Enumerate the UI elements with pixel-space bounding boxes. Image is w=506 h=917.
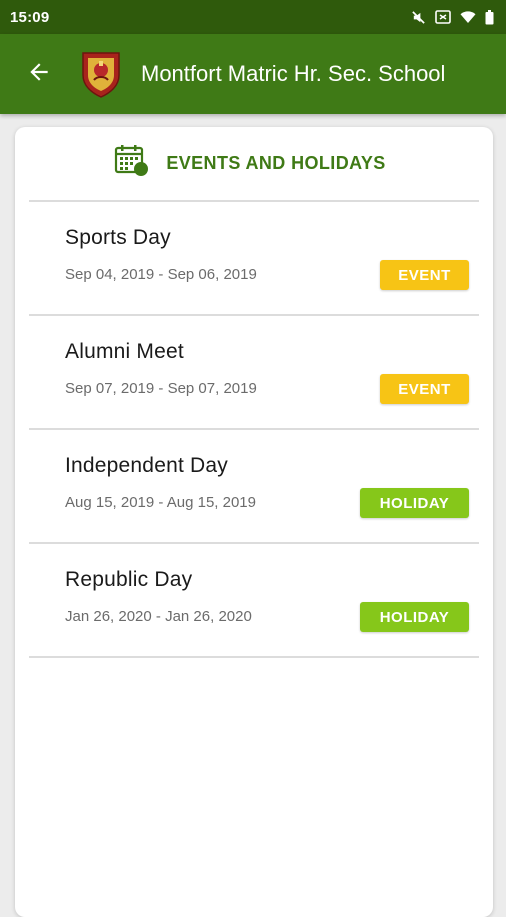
holiday-badge: HOLIDAY <box>360 602 469 632</box>
status-time: 15:09 <box>10 8 50 26</box>
cast-icon <box>435 10 451 24</box>
event-title: Independent Day <box>65 454 228 477</box>
event-item-sports-day[interactable]: Sports Day Sep 04, 2019 - Sep 06, 2019 E… <box>29 202 479 316</box>
event-dates: Aug 15, 2019 - Aug 15, 2019 <box>65 494 256 511</box>
app-title: Montfort Matric Hr. Sec. School <box>141 61 446 86</box>
status-bar: 15:09 <box>0 0 506 34</box>
calendar-icon <box>114 144 150 183</box>
school-crest-logo <box>79 50 123 98</box>
back-button[interactable] <box>19 54 59 94</box>
wifi-icon <box>460 10 476 24</box>
status-icons <box>411 9 494 25</box>
event-item-alumni-meet[interactable]: Alumni Meet Sep 07, 2019 - Sep 07, 2019 … <box>29 316 479 430</box>
mute-icon <box>411 10 426 25</box>
event-title: Sports Day <box>65 226 171 249</box>
event-list: Sports Day Sep 04, 2019 - Sep 06, 2019 E… <box>29 200 479 658</box>
event-badge: EVENT <box>380 374 469 404</box>
card-title: EVENTS AND HOLIDAYS <box>166 153 386 173</box>
app-bar: Montfort Matric Hr. Sec. School <box>0 34 506 114</box>
events-card: EVENTS AND HOLIDAYS Sports Day Sep 04, 2… <box>15 127 493 917</box>
event-badge: EVENT <box>380 260 469 290</box>
holiday-badge: HOLIDAY <box>360 488 469 518</box>
event-dates: Jan 26, 2020 - Jan 26, 2020 <box>65 608 252 625</box>
event-dates: Sep 07, 2019 - Sep 07, 2019 <box>65 380 257 397</box>
battery-icon <box>485 9 494 25</box>
card-header: EVENTS AND HOLIDAYS <box>15 127 493 200</box>
event-dates: Sep 04, 2019 - Sep 06, 2019 <box>65 266 257 283</box>
event-item-republic-day[interactable]: Republic Day Jan 26, 2020 - Jan 26, 2020… <box>29 544 479 658</box>
back-arrow-icon <box>26 59 52 90</box>
event-title: Republic Day <box>65 568 193 591</box>
event-title: Alumni Meet <box>65 340 184 363</box>
event-item-independent-day[interactable]: Independent Day Aug 15, 2019 - Aug 15, 2… <box>29 430 479 544</box>
